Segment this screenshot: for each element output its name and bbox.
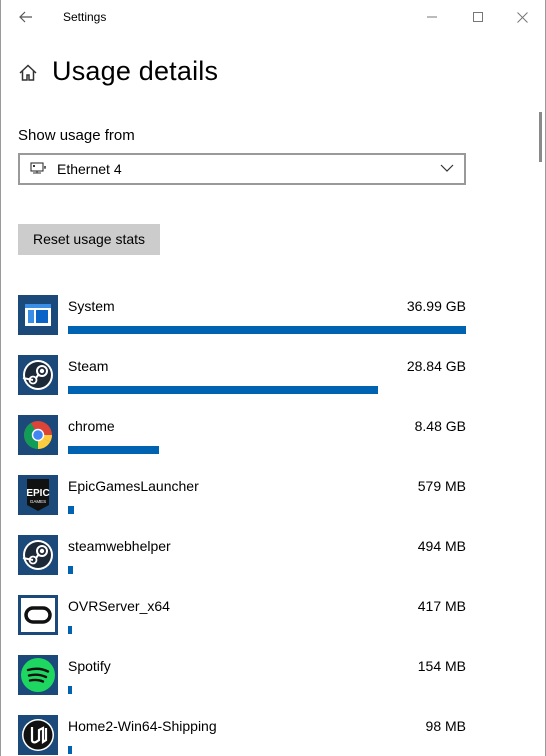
usage-bar: [68, 446, 160, 454]
app-usage-value: 417 MB: [417, 598, 466, 614]
usage-bar: [68, 326, 466, 334]
app-row[interactable]: Spotify 154 MB: [18, 650, 466, 710]
title-bar: Settings: [1, 0, 545, 34]
usage-bar-track: [68, 446, 466, 454]
ethernet-icon: [30, 162, 46, 174]
page-title: Usage details: [52, 56, 219, 86]
usage-bar: [68, 386, 379, 394]
app-usage-list: System 36.99 GB Steam 28.84 GB chrome 8.…: [18, 290, 466, 756]
usage-bar-track: [68, 386, 466, 394]
app-usage-value: 494 MB: [417, 538, 466, 554]
app-usage-value: 28.84 GB: [406, 358, 466, 374]
spotify-icon: [18, 655, 58, 695]
back-arrow-icon: [19, 11, 32, 23]
close-icon: [516, 11, 528, 23]
app-usage-value: 8.48 GB: [414, 418, 466, 434]
scrollbar-thumb[interactable]: [539, 112, 542, 162]
usage-bar-track: [68, 626, 466, 634]
app-row[interactable]: EPIC GAMES EpicGamesLauncher 579 MB: [18, 470, 466, 530]
home-button[interactable]: [17, 62, 39, 84]
window-title: Settings: [63, 10, 107, 24]
chevron-down-icon: [440, 164, 454, 172]
unreal-icon: [18, 715, 58, 755]
close-button[interactable]: [499, 0, 545, 34]
minimize-icon: [427, 16, 437, 18]
app-name: Spotify: [68, 658, 111, 674]
usage-bar-track: [68, 326, 466, 334]
minimize-button[interactable]: [409, 0, 455, 34]
usage-bar-track: [68, 686, 466, 694]
usage-bar-track: [68, 566, 466, 574]
app-name: Steam: [68, 358, 109, 374]
usage-bar: [68, 686, 72, 694]
settings-window: Settings Usage details Show usage from E…: [0, 0, 546, 756]
app-usage-value: 98 MB: [425, 718, 466, 734]
app-usage-value: 36.99 GB: [406, 298, 466, 314]
system-icon: [18, 295, 58, 335]
app-usage-value: 154 MB: [417, 658, 466, 674]
oculus-icon: [18, 595, 58, 635]
usage-bar: [68, 506, 75, 514]
usage-bar: [68, 566, 74, 574]
maximize-icon: [473, 12, 483, 22]
epic-games-icon: EPIC GAMES: [18, 475, 58, 515]
usage-bar: [68, 746, 72, 754]
app-name: OVRServer_x64: [68, 598, 170, 614]
app-row[interactable]: chrome 8.48 GB: [18, 410, 466, 470]
app-row[interactable]: Steam 28.84 GB: [18, 350, 466, 410]
usage-bar-track: [68, 746, 466, 754]
maximize-button[interactable]: [455, 0, 501, 34]
chrome-icon: [18, 415, 58, 455]
app-usage-value: 579 MB: [417, 478, 466, 494]
network-adapter-dropdown[interactable]: Ethernet 4: [18, 153, 466, 185]
app-row[interactable]: OVRServer_x64 417 MB: [18, 590, 466, 650]
show-usage-from-label: Show usage from: [18, 127, 135, 144]
app-name: EpicGamesLauncher: [68, 478, 199, 494]
usage-bar: [68, 626, 73, 634]
svg-text:EPIC: EPIC: [26, 488, 49, 499]
app-name: System: [68, 298, 115, 314]
back-button[interactable]: [11, 4, 41, 30]
reset-usage-stats-button[interactable]: Reset usage stats: [18, 224, 160, 255]
app-row[interactable]: Home2-Win64-Shipping 98 MB: [18, 710, 466, 756]
app-row[interactable]: System 36.99 GB: [18, 290, 466, 350]
steam-icon: [18, 355, 58, 395]
app-name: Home2-Win64-Shipping: [68, 718, 217, 734]
home-icon: [19, 64, 37, 81]
app-name: chrome: [68, 418, 115, 434]
app-row[interactable]: steamwebhelper 494 MB: [18, 530, 466, 590]
app-name: steamwebhelper: [68, 538, 171, 554]
dropdown-selected-value: Ethernet 4: [57, 161, 122, 177]
svg-text:GAMES: GAMES: [30, 499, 46, 504]
steam-icon: [18, 535, 58, 575]
usage-bar-track: [68, 506, 466, 514]
